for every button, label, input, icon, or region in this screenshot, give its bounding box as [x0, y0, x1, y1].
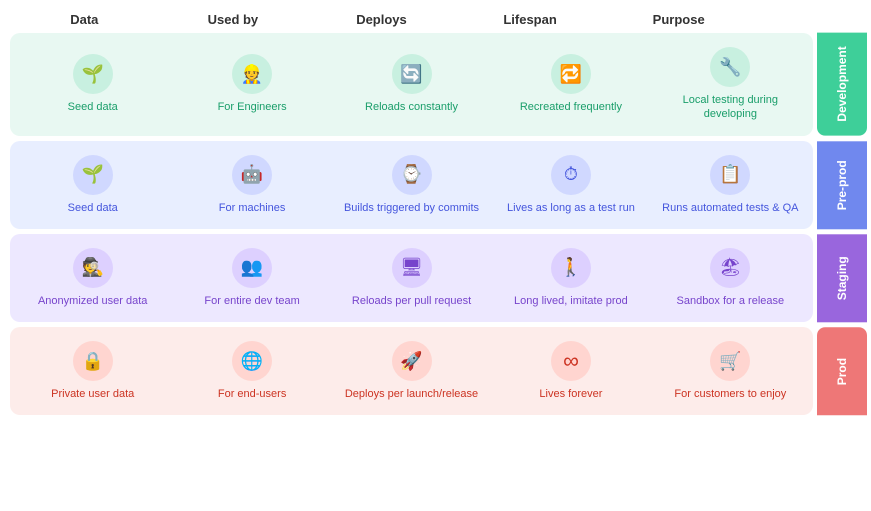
- dev-cell-2: 🔄 Reloads constantly: [333, 41, 490, 128]
- test-cell-0: 🌱 Seed data: [14, 149, 171, 221]
- staging-cell-2: 🖥 Reloads per pull request: [333, 242, 490, 314]
- prod-icon-3: ∞: [551, 341, 591, 381]
- dev-icon-0: 🌱: [73, 54, 113, 94]
- test-tag-wrap: Pre-prod: [813, 141, 871, 229]
- header-lifespan: Lifespan: [456, 10, 605, 29]
- staging-label-0: Anonymized user data: [38, 294, 147, 308]
- dev-tag-wrap: Development: [813, 33, 871, 136]
- prod-tag-wrap: Prod: [813, 327, 871, 415]
- test-cells: 🌱 Seed data 🤖 For machines ⌚ Builds trig…: [10, 141, 813, 229]
- prod-cell-0: 🔒 Private user data: [14, 335, 171, 407]
- staging-icon-0: 🕵️: [73, 248, 113, 288]
- dev-label-0: Seed data: [68, 100, 118, 114]
- test-env-tag: Pre-prod: [817, 141, 867, 229]
- row-test: 🌱 Seed data 🤖 For machines ⌚ Builds trig…: [10, 141, 871, 229]
- row-prod: 🔒 Private user data 🌐 For end-users 🚀 De…: [10, 327, 871, 415]
- dev-icon-3: 🔁: [551, 54, 591, 94]
- prod-icon-4: 🛒: [710, 341, 750, 381]
- staging-icon-3: 🚶: [551, 248, 591, 288]
- test-cell-2: ⌚ Builds triggered by commits: [333, 149, 490, 221]
- dev-cell-1: 👷 For Engineers: [173, 41, 330, 128]
- dev-label-2: Reloads constantly: [365, 100, 458, 114]
- prod-icon-1: 🌐: [232, 341, 272, 381]
- prod-cell-3: ∞ Lives forever: [492, 335, 649, 407]
- dev-cell-4: 🔧 Local testing during developing: [652, 41, 809, 128]
- dev-label-4: Local testing during developing: [656, 93, 805, 122]
- rows-area: 🌱 Seed data 👷 For Engineers 🔄 Reloads co…: [10, 33, 871, 415]
- test-icon-0: 🌱: [73, 155, 113, 195]
- row-staging: 🕵️ Anonymized user data 👥 For entire dev…: [10, 234, 871, 322]
- test-label-1: For machines: [219, 201, 286, 215]
- staging-icon-2: 🖥: [392, 248, 432, 288]
- header-usedby: Used by: [159, 10, 308, 29]
- header-row: Data Used by Deploys Lifespan Purpose: [10, 10, 871, 29]
- dev-env-tag: Development: [817, 33, 867, 136]
- dev-icon-1: 👷: [232, 54, 272, 94]
- staging-label-3: Long lived, imitate prod: [514, 294, 628, 308]
- prod-label-1: For end-users: [218, 387, 286, 401]
- test-label-4: Runs automated tests & QA: [662, 201, 798, 215]
- prod-cell-1: 🌐 For end-users: [173, 335, 330, 407]
- staging-cell-4: 🏖 Sandbox for a release: [652, 242, 809, 314]
- staging-cells: 🕵️ Anonymized user data 👥 For entire dev…: [10, 234, 813, 322]
- staging-icon-4: 🏖: [710, 248, 750, 288]
- test-cell-1: 🤖 For machines: [173, 149, 330, 221]
- test-label-2: Builds triggered by commits: [344, 201, 479, 215]
- dev-icon-4: 🔧: [710, 47, 750, 87]
- test-icon-2: ⌚: [392, 155, 432, 195]
- test-label-3: Lives as long as a test run: [507, 201, 635, 215]
- prod-cell-4: 🛒 For customers to enjoy: [652, 335, 809, 407]
- header-deploys: Deploys: [307, 10, 456, 29]
- prod-cells: 🔒 Private user data 🌐 For end-users 🚀 De…: [10, 327, 813, 415]
- staging-label-1: For entire dev team: [204, 294, 299, 308]
- staging-cell-0: 🕵️ Anonymized user data: [14, 242, 171, 314]
- test-icon-1: 🤖: [232, 155, 272, 195]
- staging-cell-3: 🚶 Long lived, imitate prod: [492, 242, 649, 314]
- prod-label-3: Lives forever: [539, 387, 602, 401]
- prod-icon-0: 🔒: [73, 341, 113, 381]
- test-icon-4: 📋: [710, 155, 750, 195]
- main-container: Data Used by Deploys Lifespan Purpose 🌱 …: [0, 0, 871, 511]
- dev-cell-3: 🔁 Recreated frequently: [492, 41, 649, 128]
- staging-cell-1: 👥 For entire dev team: [173, 242, 330, 314]
- dev-label-3: Recreated frequently: [520, 100, 622, 114]
- dev-cell-0: 🌱 Seed data: [14, 41, 171, 128]
- prod-label-0: Private user data: [51, 387, 134, 401]
- dev-cells: 🌱 Seed data 👷 For Engineers 🔄 Reloads co…: [10, 33, 813, 136]
- prod-cell-2: 🚀 Deploys per launch/release: [333, 335, 490, 407]
- test-label-0: Seed data: [68, 201, 118, 215]
- header-data: Data: [10, 10, 159, 29]
- staging-icon-1: 👥: [232, 248, 272, 288]
- staging-tag-wrap: Staging: [813, 234, 871, 322]
- prod-env-tag: Prod: [817, 327, 867, 415]
- dev-label-1: For Engineers: [218, 100, 287, 114]
- test-cell-4: 📋 Runs automated tests & QA: [652, 149, 809, 221]
- test-icon-3: ⏱: [551, 155, 591, 195]
- prod-icon-2: 🚀: [392, 341, 432, 381]
- staging-env-tag: Staging: [817, 234, 867, 322]
- staging-label-4: Sandbox for a release: [677, 294, 785, 308]
- dev-icon-2: 🔄: [392, 54, 432, 94]
- test-cell-3: ⏱ Lives as long as a test run: [492, 149, 649, 221]
- prod-label-4: For customers to enjoy: [674, 387, 786, 401]
- staging-label-2: Reloads per pull request: [352, 294, 471, 308]
- prod-label-2: Deploys per launch/release: [345, 387, 478, 401]
- header-purpose: Purpose: [604, 10, 753, 29]
- row-development: 🌱 Seed data 👷 For Engineers 🔄 Reloads co…: [10, 33, 871, 136]
